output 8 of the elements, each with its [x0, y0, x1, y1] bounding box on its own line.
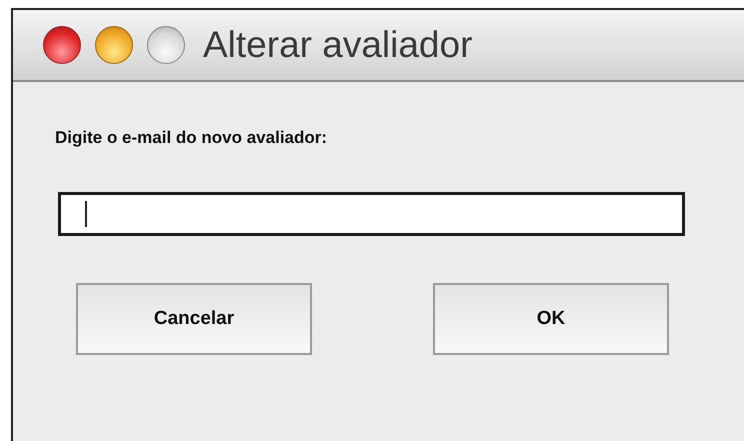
ok-button[interactable]: OK — [433, 283, 669, 355]
cancel-button[interactable]: Cancelar — [76, 283, 312, 355]
zoom-icon[interactable] — [147, 26, 185, 64]
prompt-label: Digite o e-mail do novo avaliador: — [55, 128, 328, 148]
window-title: Alterar avaliador — [203, 24, 472, 66]
close-icon[interactable] — [43, 26, 81, 64]
email-field[interactable] — [58, 192, 685, 236]
minimize-icon[interactable] — [95, 26, 133, 64]
